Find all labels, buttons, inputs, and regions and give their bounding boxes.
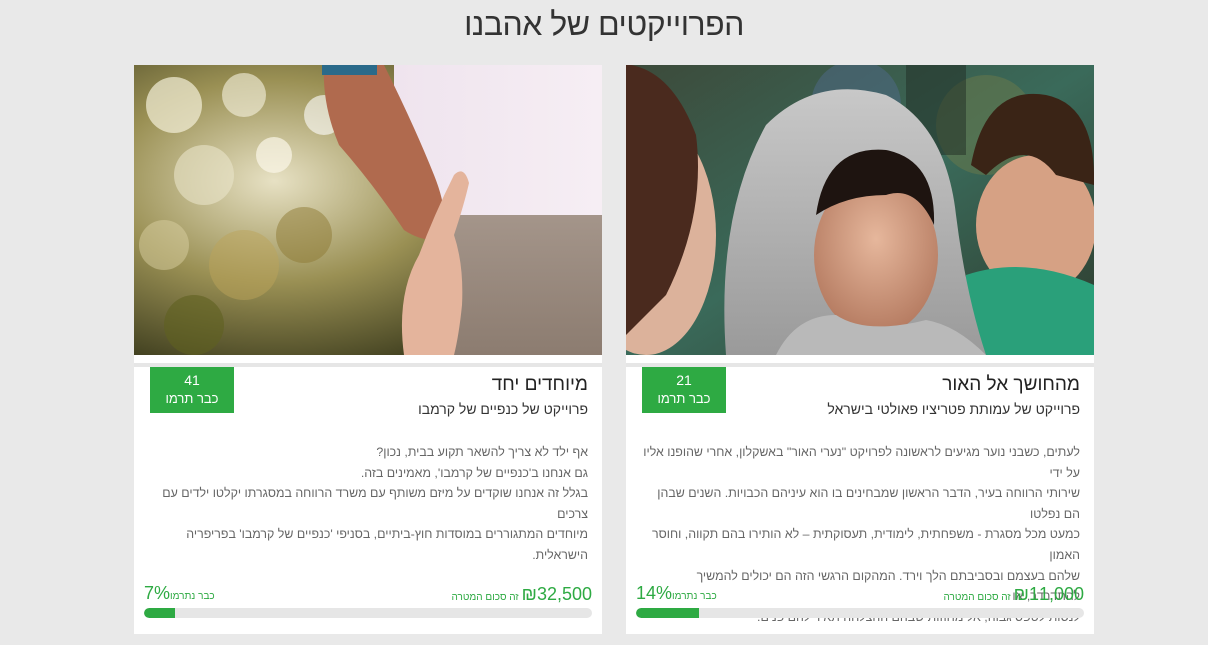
description-line: מיוחדים המתגוררים במוסדות חוץ-ביתיים, בס…: [186, 527, 588, 562]
goal-amount: ₪11,000זה סכום המטרה: [944, 584, 1084, 605]
project-card-from-darkness[interactable]: 21 כבר תרמו מהחושך אל האור פרוייקט של עמ…: [626, 65, 1094, 634]
donated-percent: כבר נתרמו14%: [636, 583, 721, 604]
goal-amount-label: זה סכום המטרה: [943, 592, 1011, 603]
donors-count: 41: [184, 372, 200, 388]
project-subtitle: פרוייקט של כנפיים של קרמבו: [418, 401, 588, 417]
progress-fill: [636, 608, 699, 618]
description-line: אף ילד לא צריך להשאר תקוע בבית, נכון?: [376, 445, 588, 459]
donors-label: כבר תרמו: [165, 391, 219, 406]
project-subtitle: פרוייקט של עמותת פטריציו פאולטי בישראל: [827, 401, 1080, 417]
progress-bar: [144, 608, 592, 618]
progress-fill: [144, 608, 176, 618]
project-image[interactable]: [626, 65, 1094, 355]
donors-count: 21: [676, 372, 692, 388]
donors-badge: 41 כבר תרמו: [150, 367, 234, 413]
description-line: שירותי הרווחה בעיר, הדבר הראשון שמבחינים…: [657, 486, 1080, 521]
project-card-special-together[interactable]: 41 כבר תרמו מיוחדים יחד פרוייקט של כנפיי…: [134, 65, 602, 634]
description-line: לעתים, כשבני נוער מגיעים לראשונה לפרויקט…: [643, 445, 1080, 480]
donated-percent-value: 14%: [636, 583, 673, 603]
donated-percent-label: כבר נתרמו: [672, 591, 717, 602]
description-line: כמעט מכל מסגרת - משפחתית, לימודית, תעסוק…: [652, 527, 1080, 562]
project-description: אף ילד לא צריך להשאר תקוע בבית, נכון? גם…: [148, 442, 588, 566]
goal-amount-value: ₪11,000: [1013, 584, 1084, 604]
description-line: גם אנחנו ב'כנפיים של קרמבו', מאמינים בזה…: [360, 465, 588, 480]
teen-hoodie-photo-icon: [626, 65, 1094, 355]
section-title: הפרוייקטים של אהבנו: [464, 6, 744, 42]
project-title[interactable]: מהחושך אל האור: [942, 374, 1080, 396]
donated-percent: כבר נתרמו7%: [144, 583, 219, 604]
donors-badge: 21 כבר תרמו: [642, 367, 726, 413]
donated-percent-value: 7%: [144, 583, 171, 603]
donors-label: כבר תרמו: [657, 391, 711, 406]
goal-amount: ₪32,500זה סכום המטרה: [452, 584, 592, 605]
progress-bar: [636, 608, 1084, 618]
goal-amount-value: ₪32,500: [521, 584, 592, 604]
description-line: בגלל זה אנחנו שוקדים על מיזם משותף עם מש…: [162, 486, 588, 521]
project-image[interactable]: [134, 65, 602, 355]
goal-amount-label: זה סכום המטרה: [451, 592, 519, 603]
project-title[interactable]: מיוחדים יחד: [492, 374, 588, 396]
donated-percent-label: כבר נתרמו: [170, 591, 215, 602]
hands-reaching-photo-icon: [134, 65, 602, 355]
